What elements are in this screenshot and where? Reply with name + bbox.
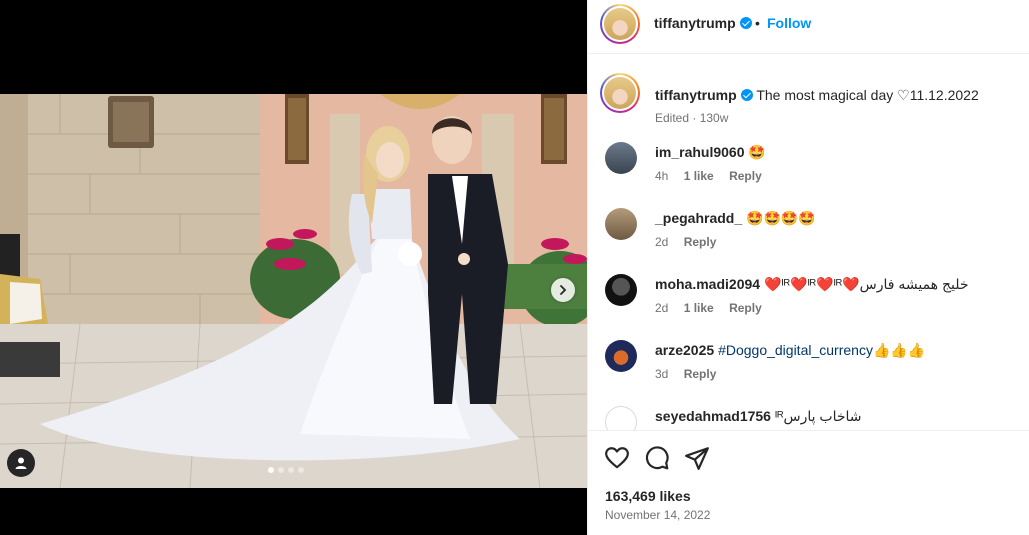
author-username[interactable]: tiffanytrump [654, 15, 752, 31]
post-actions: 163,469 likes November 14, 2022 [588, 430, 1029, 535]
comment-likes[interactable]: 1 like [684, 301, 714, 315]
comment-username[interactable]: moha.madi2094 [655, 276, 760, 292]
comment-meta: 4h 1 like Reply [655, 169, 774, 183]
comment-time: 2d [655, 235, 669, 249]
comment-time: 2d [655, 301, 669, 315]
comment-line: moha.madi2094 ❤️ᴵᴿ❤️ᴵᴿ❤️ᴵᴿ❤️خلیج همیشه ف… [655, 276, 969, 293]
caption-username[interactable]: tiffanytrump [655, 87, 737, 103]
comment-text: ❤️ᴵᴿ❤️ᴵᴿ❤️ᴵᴿ❤️خلیج همیشه فارس [763, 276, 969, 292]
author-avatar[interactable] [600, 4, 640, 44]
verified-badge-icon [739, 17, 752, 29]
comment-line: seyedahmad1756 ᴵᴿشاخاب پارس [655, 408, 862, 425]
comment-username[interactable]: seyedahmad1756 [655, 408, 771, 424]
caption-meta: Edited · 130w [655, 111, 729, 125]
comment-text: 👍👍👍 [872, 342, 926, 358]
comment-username[interactable]: arze2025 [655, 342, 714, 358]
reply-button[interactable]: Reply [684, 367, 717, 381]
caption-text: The most magical day ♡11.12.2022 [756, 87, 979, 103]
post-side-panel: tiffanytrump • Follow tiffanytrump The m… [587, 0, 1029, 535]
author-username-text[interactable]: tiffanytrump [654, 15, 736, 31]
post-header: tiffanytrump • Follow [588, 0, 1029, 54]
likes-count[interactable]: 163,469 likes [605, 488, 691, 504]
verified-badge-icon [740, 89, 753, 101]
comment-text: ᴵᴿشاخاب پارس [774, 408, 862, 424]
carousel-indicator [268, 467, 304, 473]
comment-username[interactable]: _pegahradd_ [655, 210, 742, 226]
commenter-avatar[interactable] [605, 274, 637, 306]
comment-text: 🤩🤩🤩🤩 [746, 210, 816, 226]
comment-line: im_rahul9060 🤩 [655, 144, 766, 161]
post-photo[interactable] [0, 94, 587, 488]
reply-button[interactable]: Reply [684, 235, 717, 249]
caption-author-avatar[interactable] [600, 73, 640, 113]
comment-username[interactable]: im_rahul9060 [655, 144, 745, 160]
comment-likes[interactable]: 1 like [684, 169, 714, 183]
comment-meta: 2d 1 like Reply [655, 301, 774, 315]
commenter-avatar[interactable] [605, 142, 637, 174]
comment-icon[interactable] [644, 445, 670, 471]
comment-time: 4h [655, 169, 669, 183]
commenter-avatar[interactable] [605, 406, 637, 430]
share-icon[interactable] [684, 445, 710, 471]
follow-button[interactable]: Follow [767, 15, 811, 31]
comment-meta: 3d Reply [655, 367, 728, 381]
carousel-dot [298, 467, 304, 473]
user-tag-icon [15, 457, 27, 469]
comment-time: 3d [655, 367, 669, 381]
comment-hashtag-link[interactable]: #Doggo_digital_currency [718, 342, 873, 358]
comment-meta: 2d Reply [655, 235, 728, 249]
comment-line: arze2025 #Doggo_digital_currency👍👍👍 [655, 342, 925, 359]
heart-icon[interactable] [604, 445, 630, 471]
user-tags-button[interactable] [7, 449, 35, 477]
commenter-avatar[interactable] [605, 208, 637, 240]
comment-text: 🤩 [748, 144, 766, 160]
header-separator: • [755, 15, 760, 31]
media-area [0, 0, 587, 535]
commenter-avatar[interactable] [605, 340, 637, 372]
carousel-dot [288, 467, 294, 473]
carousel-dot [278, 467, 284, 473]
reply-button[interactable]: Reply [729, 301, 762, 315]
post-date: November 14, 2022 [605, 508, 711, 522]
comment-line: _pegahradd_ 🤩🤩🤩🤩 [655, 210, 816, 227]
caption-text-line: tiffanytrump The most magical day ♡11.12… [655, 87, 979, 104]
reply-button[interactable]: Reply [729, 169, 762, 183]
chevron-right-icon [560, 285, 567, 295]
carousel-dot-active [268, 467, 274, 473]
comments-list[interactable]: tiffanytrump The most magical day ♡11.12… [588, 55, 1029, 430]
carousel-next-button[interactable] [551, 278, 575, 302]
